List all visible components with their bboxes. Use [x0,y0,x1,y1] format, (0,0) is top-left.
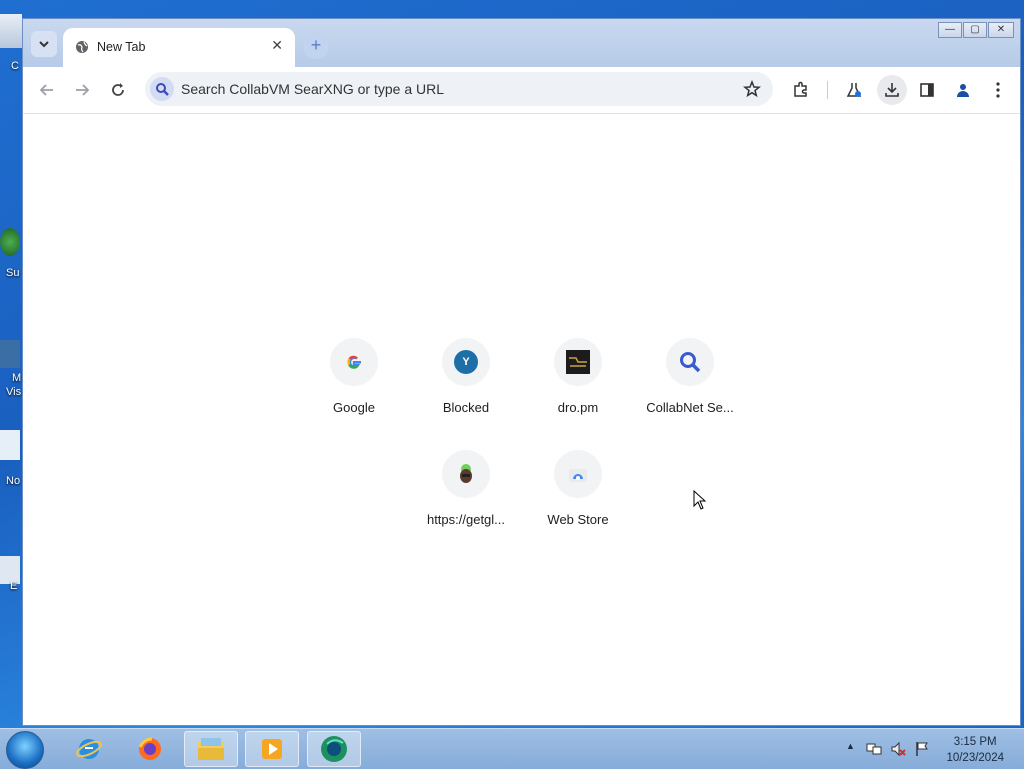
shortcut-icon-frame [330,338,378,386]
profile-button[interactable] [950,77,976,103]
globe-icon [76,41,88,53]
plus-icon: + [310,35,322,55]
extensions-icon [794,81,807,97]
taskbar-firefox[interactable] [123,731,177,767]
shortcut-blocked[interactable]: Y Blocked [410,338,522,415]
google-icon [347,355,361,369]
address-placeholder: Search CollabVM SearXNG or type a URL [181,81,444,97]
shortcut-icon-frame [442,450,490,498]
volume-muted-icon[interactable] [890,741,906,757]
minimize-button[interactable]: — [938,22,962,38]
maximize-button[interactable]: ▢ [963,22,987,38]
shortcut-label: CollabNet Se... [646,400,734,415]
firefox-icon [138,737,161,760]
shortcut-webstore[interactable]: Web Store [522,450,634,527]
taskbar-file-explorer[interactable] [184,731,238,767]
webstore-icon [569,469,587,482]
desktop-icon-label: Su [6,267,20,279]
media-player-icon [262,739,282,759]
labs-icon [846,83,862,97]
extensions-button[interactable] [788,77,814,103]
file-explorer-icon [198,738,224,760]
clock-date: 10/23/2024 [946,752,1004,764]
taskbar: ▲ 3:15 PM 10/23/2024 [0,728,1024,769]
avatar-icon [460,464,472,483]
download-button[interactable] [877,75,907,105]
search-icon [156,83,169,96]
shortcut-label: Web Store [547,512,609,527]
desktop-icon-label: E [10,580,18,592]
letter-y-icon: Y [454,350,478,374]
close-window-button[interactable]: ✕ [988,22,1014,38]
taskbar-media-player[interactable] [245,731,299,767]
desktop-icon-label: Vis [6,386,22,398]
chevron-down-icon [39,41,49,48]
menu-button[interactable] [985,77,1011,103]
desktop-icon-label: M [12,372,22,384]
tab-title: New Tab [97,40,146,54]
back-button[interactable] [34,77,60,103]
system-clock[interactable]: 3:15 PM 10/23/2024 [946,734,1004,766]
new-tab-page: Google Y Blocked dro.pm CollabNet Se... [23,114,1020,725]
shortcut-icon-frame [666,338,714,386]
toolbar: Search CollabVM SearXNG or type a URL [23,67,1020,114]
shortcut-collabnet[interactable]: CollabNet Se... [634,338,746,415]
taskbar-chrome[interactable] [307,731,361,767]
toolbar-divider [827,81,828,99]
search-engine-icon [150,77,174,101]
reload-icon [112,83,124,96]
close-icon[interactable]: ✕ [271,37,283,54]
network-icon[interactable] [866,741,882,757]
browser-window: New Tab ✕ + — ▢ ✕ Search CollabVM SearXN… [22,18,1021,726]
shortcut-label: Blocked [442,400,490,415]
clock-time: 3:15 PM [953,736,997,748]
tab-strip: New Tab ✕ + — ▢ ✕ [23,19,1020,67]
shortcut-getgl[interactable]: https://getgl... [410,450,522,527]
internet-explorer-icon [76,739,102,759]
tab-new-tab[interactable]: New Tab ✕ [63,28,295,67]
shortcut-google[interactable]: Google [298,338,410,415]
shortcut-icon-frame [554,338,602,386]
chrome-icon [321,736,347,762]
reload-button[interactable] [105,77,131,103]
labs-button[interactable] [841,77,867,103]
new-tab-button[interactable]: + [303,33,329,59]
shortcut-icon-frame: Y [442,338,490,386]
search-icon [680,352,701,373]
side-panel-button[interactable] [914,77,940,103]
address-bar[interactable]: Search CollabVM SearXNG or type a URL [145,72,773,106]
back-icon [39,84,53,96]
download-icon [885,83,899,97]
star-icon[interactable] [743,80,761,98]
desktop-icon-label: C [11,60,19,72]
desktop-icon-3[interactable] [0,340,20,368]
dropm-icon [566,350,590,374]
desktop-icon-label: No [6,475,21,487]
shortcut-dropm[interactable]: dro.pm [522,338,634,415]
menu-icon [996,82,1000,98]
tab-search-button[interactable] [31,31,57,57]
desktop-icon-4[interactable] [0,430,20,460]
action-center-flag-icon[interactable] [914,741,930,757]
desktop-icon-2[interactable] [0,228,20,256]
shortcut-label: Google [333,400,375,415]
mouse-cursor-icon [693,490,707,510]
side-panel-icon [920,83,934,97]
taskbar-internet-explorer[interactable] [62,731,116,767]
start-button[interactable] [6,731,44,769]
shortcut-label: https://getgl... [426,512,506,527]
shortcut-label: dro.pm [557,400,599,415]
forward-button[interactable] [69,77,95,103]
profile-icon [957,84,969,97]
shortcut-icon-frame [554,450,602,498]
desktop-icon-1[interactable] [0,14,22,48]
forward-icon [76,84,90,96]
show-hidden-icons-icon[interactable]: ▲ [846,741,862,757]
